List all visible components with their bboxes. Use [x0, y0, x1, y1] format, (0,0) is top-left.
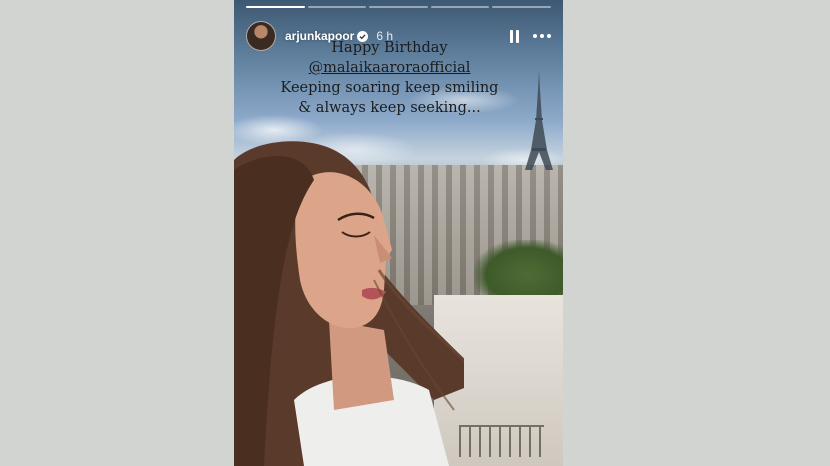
progress-segment [307, 6, 367, 8]
story-progress-bar [246, 6, 551, 8]
progress-segment [492, 6, 551, 8]
caption-line: Happy Birthday [331, 40, 448, 56]
person-photo [234, 141, 464, 466]
caption-line: Keeping soaring keep smiling [280, 80, 499, 96]
caption-line: & always keep seeking... [298, 100, 481, 116]
balcony-railing [459, 425, 544, 457]
story-viewer[interactable]: arjunkapoor 6 h Happy Birthday @malaikaa… [234, 0, 563, 466]
progress-segment [430, 6, 490, 8]
mention-link[interactable]: @malaikaaroraofficial [234, 58, 545, 78]
progress-segment [246, 6, 305, 8]
progress-segment [369, 6, 428, 8]
story-caption: Happy Birthday @malaikaaroraofficial Kee… [234, 38, 545, 118]
